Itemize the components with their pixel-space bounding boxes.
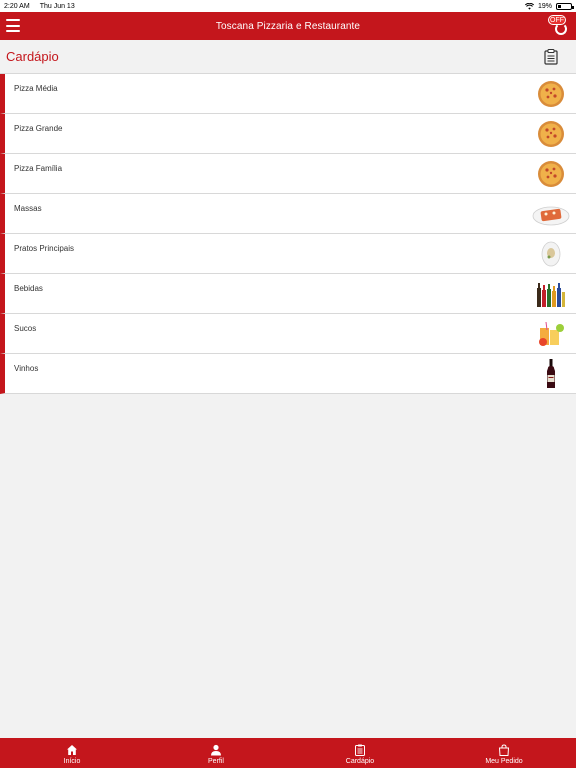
clipboard-icon: [355, 744, 365, 756]
status-right: 19%: [524, 2, 574, 10]
menu-item-label: Sucos: [14, 324, 37, 333]
menu-item-pizza-media[interactable]: Pizza Média: [0, 74, 576, 114]
menu-item-label: Vinhos: [14, 364, 39, 373]
battery-percent: 19%: [537, 2, 552, 10]
menu-item-label: Pratos Principais: [14, 244, 75, 253]
menu-item-label: Pizza Grande: [14, 124, 63, 133]
menu-item-sucos[interactable]: Sucos: [0, 314, 576, 354]
clipboard-icon[interactable]: [544, 49, 558, 65]
tab-label: Cardápio: [345, 757, 375, 765]
bottom-tab-bar: Início Perfil Cardápio Meu Pedido: [0, 738, 576, 768]
home-icon: [67, 744, 77, 755]
pizza-icon: [536, 119, 566, 149]
juice-icon: [536, 319, 566, 349]
menu-item-label: Massas: [14, 204, 42, 213]
wine-bottle-icon: [536, 359, 566, 389]
tab-cardapio[interactable]: Cardápio: [288, 738, 432, 768]
hamburger-menu-icon[interactable]: [6, 19, 20, 32]
dish-icon: [536, 239, 566, 269]
tab-inicio[interactable]: Início: [0, 738, 144, 768]
menu-item-vinhos[interactable]: Vinhos: [0, 354, 576, 394]
page-title: Cardápio: [6, 49, 59, 64]
bottles-icon: [536, 279, 566, 309]
section-header: Cardápio: [0, 40, 576, 73]
pasta-plate-icon: [532, 199, 570, 229]
menu-item-label: Bebidas: [14, 284, 43, 293]
battery-icon: [556, 2, 574, 10]
pizza-icon: [536, 79, 566, 109]
menu-item-bebidas[interactable]: Bebidas: [0, 274, 576, 314]
status-time: 2:20 AM: [4, 2, 30, 10]
menu-item-pizza-grande[interactable]: Pizza Grande: [0, 114, 576, 154]
shopping-bag-icon: [498, 743, 510, 756]
menu-item-label: Pizza Família: [14, 164, 63, 173]
menu-item-pratos-principais[interactable]: Pratos Principais: [0, 234, 576, 274]
tab-meu-pedido[interactable]: Meu Pedido: [432, 738, 576, 768]
wifi-icon: [524, 2, 534, 10]
app-title: Toscana Pizzaria e Restaurante: [215, 20, 361, 32]
menu-item-massas[interactable]: Massas: [0, 194, 576, 234]
menu-category-list: Pizza Média Pizza Grande Pizza Família M…: [0, 73, 576, 394]
tab-label: Meu Pedido: [485, 757, 523, 765]
menu-item-pizza-familia[interactable]: Pizza Família: [0, 154, 576, 194]
tab-perfil[interactable]: Perfil: [144, 738, 288, 768]
user-icon: [211, 744, 221, 755]
menu-item-label: Pizza Média: [14, 84, 58, 93]
pizza-icon: [536, 159, 566, 189]
off-badge: OFF: [548, 15, 566, 25]
top-navigation-bar: Toscana Pizzaria e Restaurante OFF: [0, 12, 576, 40]
tab-label: Perfil: [208, 757, 224, 765]
tab-label: Início: [63, 757, 81, 765]
status-bar: 2:20 AM Thu Jun 13 19%: [0, 0, 576, 12]
off-status-button[interactable]: OFF: [548, 15, 570, 37]
status-date: Thu Jun 13: [39, 2, 75, 10]
